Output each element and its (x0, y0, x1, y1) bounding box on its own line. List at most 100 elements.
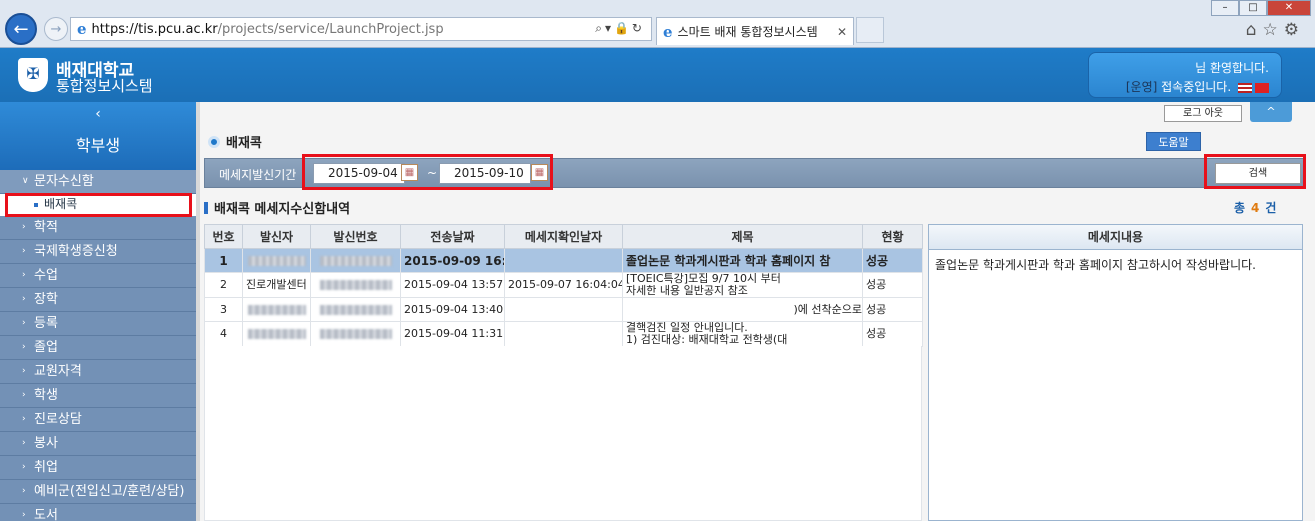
highlight-box-dates (302, 154, 553, 190)
chevron-right-icon: › (22, 294, 26, 304)
cell-checked-date: 2015-09-07 16:04:04 (504, 272, 623, 298)
sidebar-item[interactable]: › 도서 (0, 504, 196, 521)
message-body: 졸업논문 학과게시판과 학과 홈페이지 참고하시어 작성바랍니다. (935, 258, 1256, 272)
highlight-box-sidebar (5, 193, 192, 217)
sidebar-item[interactable]: › 교원자격 (0, 360, 196, 384)
cell-sent-date: 2015-09-04 13:40:1 (400, 297, 505, 322)
tab-title: 스마트 배재 통합정보시스템 (677, 25, 818, 39)
close-tab-icon[interactable]: ✕ (837, 25, 847, 39)
table-row[interactable]: 1 2015-09-09 16:1 졸업논문 학과게시판과 학과 홈페이지 참 성공 (204, 248, 923, 273)
sidebar-item[interactable]: › 학생 (0, 384, 196, 408)
help-button[interactable]: 도움말 (1146, 132, 1201, 151)
cell-title-line1: )에 선착순으로 (793, 302, 862, 316)
sidebar-item[interactable]: › 등록 (0, 312, 196, 336)
scroll-top-button[interactable]: ^ (1250, 102, 1292, 122)
table-row[interactable]: 2 진로개발센터 2015-09-04 13:57:1 2015-09-07 16:0… (204, 272, 923, 298)
redacted-block (247, 256, 306, 266)
window-controls: – □ ✕ (1211, 0, 1311, 16)
sidebar-item[interactable]: › 예비군(전입신고/훈련/상담) (0, 480, 196, 504)
highlight-box-search (1204, 154, 1306, 189)
cell-number: 4 (204, 321, 243, 347)
total-count: 총4건 (1234, 199, 1276, 216)
sidebar-item-label: 봉사 (34, 436, 58, 451)
sidebar-item-label: 장학 (34, 292, 58, 307)
arrow-left-icon: ← (13, 18, 29, 40)
main-content: 로그 아웃 ^ 배재콕 도움말 메세지발신기간 2015-09-04 ▦ ~ 2… (196, 102, 1315, 521)
english-flag-icon[interactable] (1238, 82, 1252, 93)
column-header[interactable]: 제목 (622, 224, 863, 249)
column-header[interactable]: 전송날짜 (400, 224, 505, 249)
url-host: https://tis.pcu.ac.kr (91, 21, 218, 37)
cell-number: 1 (204, 248, 243, 273)
cell-status: 성공 (862, 321, 923, 347)
sidebar-menu: ∨ 문자수신함 배재콕 › 학적 › 국제학생증신청 › 수업 › 장학 › 등록 › 졸업 › 교원자격 › 학생… (0, 170, 196, 521)
new-tab-button[interactable] (856, 17, 884, 43)
cell-title-line1: 졸업논문 학과게시판과 학과 홈페이지 참 (626, 253, 831, 268)
table-header: 번호 발신자 발신번호 전송날짜 메세지확인날자 제목 현황 (204, 224, 923, 249)
maximize-button[interactable]: □ (1239, 0, 1267, 16)
collapse-sidebar-button[interactable]: ‹ (0, 102, 196, 126)
star-icon[interactable]: ☆ (1263, 20, 1284, 40)
cell-status: 성공 (862, 272, 923, 298)
cell-checked-date (504, 297, 623, 322)
connected-label: 접속중입니다. (1157, 80, 1232, 94)
forward-button[interactable]: → (44, 17, 68, 41)
message-panel-header: 메세지내용 (929, 225, 1302, 250)
sidebar-item-label: 예비군(전입신고/훈련/상담) (34, 484, 185, 499)
sidebar-item[interactable]: ∨ 문자수신함 (0, 170, 196, 194)
sidebar-item[interactable]: › 졸업 (0, 336, 196, 360)
cell-checked-date (504, 321, 623, 347)
redacted-block (319, 280, 392, 290)
url-path: /projects/service/LaunchProject.jsp (217, 21, 444, 37)
cell-sender-number (310, 321, 401, 347)
browser-tools: ⌂☆⚙ (1246, 20, 1305, 40)
table-row[interactable]: 3 2015-09-04 13:40:1)에 선착순으로 성공 (204, 297, 923, 322)
section-title-text: 배재콕 메세지수신함내역 (214, 202, 351, 217)
sidebar: ‹ 학부생 ∨ 문자수신함 배재콕 › 학적 › 국제학생증신청 › 수업 › 장학 › 등록 › 졸업 › 교… (0, 102, 196, 521)
cell-title: 결핵검진 일정 안내입니다. 1) 검진대상: 배재대학교 전학생(대 (622, 321, 863, 347)
sidebar-item[interactable]: › 봉사 (0, 432, 196, 456)
chevron-down-icon: ∨ (22, 176, 29, 186)
home-icon[interactable]: ⌂ (1246, 20, 1263, 40)
back-button[interactable]: ← (5, 13, 37, 45)
column-header[interactable]: 발신자 (242, 224, 311, 249)
logout-button[interactable]: 로그 아웃 (1164, 105, 1242, 122)
sidebar-item-label: 도서 (34, 508, 58, 521)
cell-title: )에 선착순으로 (622, 297, 863, 322)
sidebar-item[interactable]: › 국제학생증신청 (0, 240, 196, 264)
chevron-right-icon: › (22, 438, 26, 448)
cell-sender-number (310, 248, 401, 273)
chevron-right-icon: › (22, 246, 26, 256)
minimize-button[interactable]: – (1211, 0, 1239, 16)
browser-tab[interactable]: e 스마트 배재 통합정보시스템 ✕ (656, 17, 854, 45)
address-bar[interactable]: e https://tis.pcu.ac.kr/projects/service… (70, 17, 652, 41)
sidebar-item[interactable]: › 진로상담 (0, 408, 196, 432)
sidebar-item[interactable]: › 장학 (0, 288, 196, 312)
sidebar-item[interactable]: › 학적 (0, 216, 196, 240)
column-header[interactable]: 현황 (862, 224, 923, 249)
table-row[interactable]: 4 2015-09-04 11:31:1 결핵검진 일정 안내입니다. 1) 검진대상… (204, 321, 923, 347)
column-header[interactable]: 메세지확인날자 (504, 224, 623, 249)
redacted-block (319, 304, 392, 315)
section-bar-icon (204, 201, 208, 214)
cell-status: 성공 (862, 297, 923, 322)
column-header[interactable]: 번호 (204, 224, 243, 249)
gear-icon[interactable]: ⚙ (1284, 20, 1305, 40)
sidebar-item[interactable]: › 수업 (0, 264, 196, 288)
chevron-right-icon: › (22, 342, 26, 352)
search-lock-refresh-icons[interactable]: ⌕▾🔒↻ (595, 21, 645, 36)
column-header[interactable]: 발신번호 (310, 224, 401, 249)
chevron-right-icon: › (22, 414, 26, 424)
sidebar-item[interactable]: › 취업 (0, 456, 196, 480)
page-title: 배재콕 (208, 132, 262, 151)
logo-subtitle[interactable]: 통합정보시스템 (56, 75, 153, 96)
university-emblem-icon: ✠ (18, 58, 48, 92)
role-label: [운영] (1125, 80, 1158, 94)
cell-sender-number (310, 297, 401, 322)
status-line: [운영] 접속중입니다. (1089, 78, 1269, 97)
chevron-right-icon: › (22, 390, 26, 400)
total-count-value: 4 (1251, 201, 1260, 215)
sidebar-item-label: 문자수신함 (34, 174, 94, 189)
window-close-button[interactable]: ✕ (1267, 0, 1311, 16)
chinese-flag-icon[interactable] (1255, 82, 1269, 93)
